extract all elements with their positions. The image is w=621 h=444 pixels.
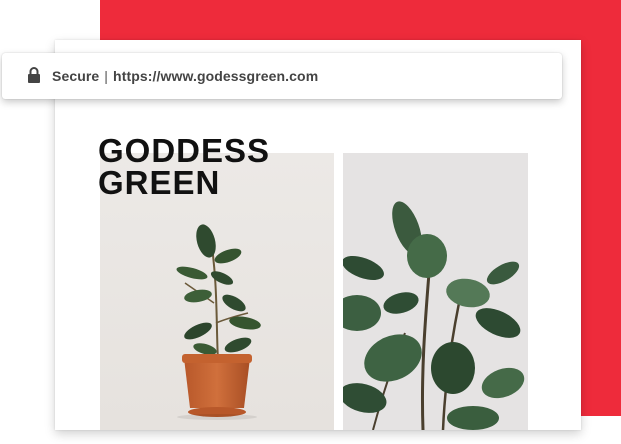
security-label: Secure <box>52 68 100 84</box>
lock-icon <box>28 67 40 83</box>
site-title: GODDESS GREEN <box>98 132 318 201</box>
url-text: https://www.godessgreen.com <box>113 68 319 84</box>
rubber-plant-illustration <box>343 153 528 430</box>
url-separator: | <box>104 68 109 84</box>
site-title-line-1: GODDESS <box>98 132 271 169</box>
url-display[interactable]: Secure | https://www.godessgreen.com <box>52 68 318 84</box>
site-title-line-2: GREEN <box>98 164 221 201</box>
rubber-plant-leaves-photo <box>343 153 528 430</box>
address-bar[interactable]: Secure | https://www.godessgreen.com <box>2 53 562 99</box>
